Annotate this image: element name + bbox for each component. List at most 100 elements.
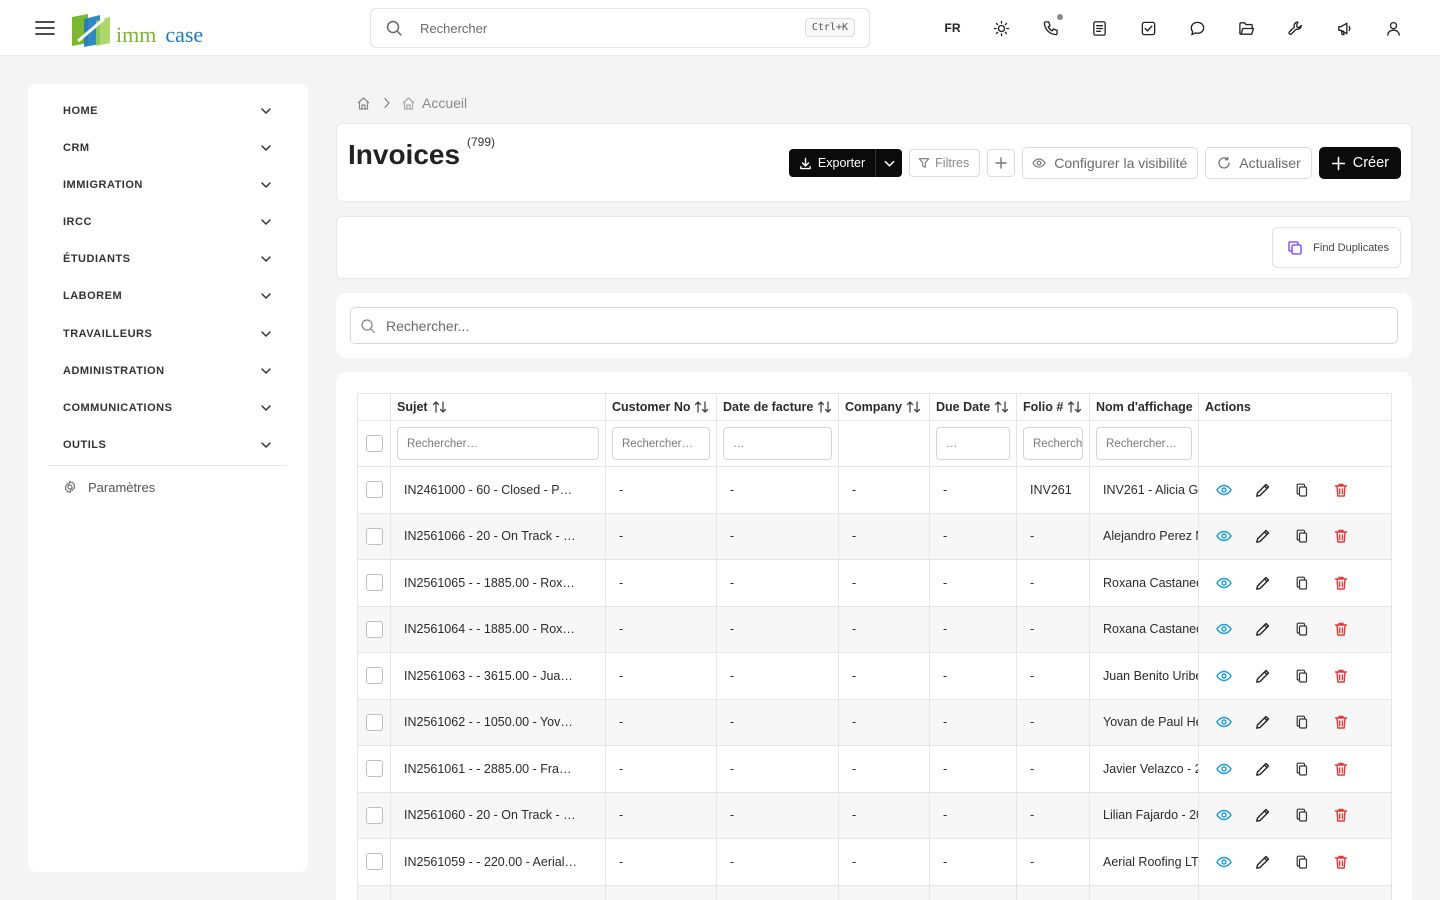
- duplicate-button[interactable]: [1282, 847, 1321, 877]
- table-row[interactable]: IN2561064 - - 1885.00 - Rox… - - - - - Roxana …: [357, 605, 1392, 653]
- configure-visibility-button[interactable]: Configurer la visibilité: [1022, 147, 1199, 179]
- view-button[interactable]: [1204, 661, 1243, 691]
- view-button[interactable]: [1204, 707, 1243, 737]
- filter-due-date[interactable]: [936, 427, 1010, 460]
- edit-button[interactable]: [1243, 568, 1282, 598]
- sort-icon[interactable]: [906, 400, 921, 414]
- row-checkbox[interactable]: [365, 620, 383, 638]
- edit-button[interactable]: [1243, 614, 1282, 644]
- language-button[interactable]: FR: [928, 8, 977, 48]
- table-search[interactable]: [350, 307, 1398, 344]
- row-checkbox[interactable]: [365, 853, 383, 871]
- column-header-nom-affichage[interactable]: Nom d'affichage: [1089, 393, 1199, 421]
- row-checkbox[interactable]: [365, 667, 383, 685]
- sidebar-item-crm[interactable]: CRM: [48, 129, 287, 166]
- edit-button[interactable]: [1243, 754, 1282, 784]
- global-search-input[interactable]: [420, 20, 780, 36]
- view-button[interactable]: [1204, 521, 1243, 551]
- sort-icon[interactable]: [432, 400, 447, 414]
- duplicate-button[interactable]: [1282, 800, 1321, 830]
- sidebar-item-home[interactable]: HOME: [48, 92, 287, 129]
- find-duplicates-button[interactable]: Find Duplicates: [1272, 227, 1401, 268]
- delete-button[interactable]: [1321, 475, 1360, 505]
- view-button[interactable]: [1204, 568, 1243, 598]
- export-dropdown-button[interactable]: [875, 149, 902, 177]
- delete-button[interactable]: [1321, 614, 1360, 644]
- theme-toggle-button[interactable]: [977, 8, 1026, 48]
- duplicate-button[interactable]: [1282, 661, 1321, 691]
- sort-icon[interactable]: [694, 400, 709, 414]
- edit-button[interactable]: [1243, 661, 1282, 691]
- edit-button[interactable]: [1243, 707, 1282, 737]
- delete-button[interactable]: [1321, 754, 1360, 784]
- view-button[interactable]: [1204, 847, 1243, 877]
- view-button[interactable]: [1204, 614, 1243, 644]
- sidebar-item-communications[interactable]: COMMUNICATIONS: [48, 389, 287, 426]
- column-header-folio[interactable]: Folio #: [1016, 393, 1090, 421]
- sidebar-item-ircc[interactable]: IRCC: [48, 203, 287, 240]
- menu-icon[interactable]: [34, 17, 56, 39]
- tools-button[interactable]: [1271, 8, 1320, 48]
- sort-icon[interactable]: [1067, 400, 1082, 414]
- announcements-button[interactable]: [1320, 8, 1369, 48]
- filter-nom-affichage[interactable]: [1096, 427, 1192, 460]
- delete-button[interactable]: [1321, 707, 1360, 737]
- duplicate-button[interactable]: [1282, 568, 1321, 598]
- table-row[interactable]: IN2561063 - - 3615.00 - Jua… - - - - - Juan Be…: [357, 652, 1392, 700]
- delete-button[interactable]: [1321, 661, 1360, 691]
- sort-icon[interactable]: [994, 400, 1009, 414]
- logo[interactable]: imm case: [70, 11, 203, 47]
- notes-button[interactable]: [1075, 8, 1124, 48]
- row-checkbox[interactable]: [365, 527, 383, 545]
- edit-button[interactable]: [1243, 800, 1282, 830]
- column-header-company[interactable]: Company: [838, 393, 930, 421]
- select-all-checkbox[interactable]: [365, 435, 383, 452]
- row-checkbox[interactable]: [365, 713, 383, 731]
- sidebar-item-administration[interactable]: ADMINISTRATION: [48, 352, 287, 389]
- delete-button[interactable]: [1321, 800, 1360, 830]
- duplicate-button[interactable]: [1282, 754, 1321, 784]
- table-row[interactable]: IN2561059 - - 220.00 - Aerial… - - - - - Aeria…: [357, 838, 1392, 886]
- edit-button[interactable]: [1243, 521, 1282, 551]
- duplicate-button[interactable]: [1282, 475, 1321, 505]
- row-checkbox[interactable]: [365, 760, 383, 778]
- table-row[interactable]: [357, 884, 1392, 900]
- duplicate-button[interactable]: [1282, 707, 1321, 737]
- view-button[interactable]: [1204, 754, 1243, 784]
- table-row[interactable]: IN2561065 - - 1885.00 - Rox… - - - - - Roxana …: [357, 559, 1392, 607]
- tasks-button[interactable]: [1124, 8, 1173, 48]
- sidebar-item-travailleurs[interactable]: TRAVAILLEURS: [48, 315, 287, 352]
- delete-button[interactable]: [1321, 568, 1360, 598]
- table-row[interactable]: IN2561061 - - 2885.00 - Fra… - - - - - Javier …: [357, 745, 1392, 793]
- edit-button[interactable]: [1243, 475, 1282, 505]
- edit-button[interactable]: [1243, 847, 1282, 877]
- refresh-button[interactable]: Actualiser: [1205, 147, 1312, 179]
- add-filter-button[interactable]: [987, 149, 1016, 177]
- filter-folio[interactable]: [1023, 427, 1083, 460]
- phone-button[interactable]: [1026, 8, 1075, 48]
- view-button[interactable]: [1204, 800, 1243, 830]
- view-button[interactable]: [1204, 475, 1243, 505]
- sort-icon[interactable]: [817, 400, 832, 414]
- sidebar-item-etudiants[interactable]: ÉTUDIANTS: [48, 240, 287, 277]
- filter-date-facture[interactable]: [723, 427, 832, 460]
- global-search[interactable]: Ctrl+K: [370, 8, 870, 48]
- delete-button[interactable]: [1321, 521, 1360, 551]
- export-button[interactable]: Exporter: [789, 149, 875, 177]
- column-header-due-date[interactable]: Due Date: [929, 393, 1017, 421]
- home-icon[interactable]: [356, 96, 371, 111]
- sidebar-item-outils[interactable]: OUTILS: [48, 426, 287, 463]
- table-row[interactable]: IN2461000 - 60 - Closed - P… - - - - INV261 IN…: [357, 466, 1392, 514]
- create-button[interactable]: Créer: [1318, 147, 1401, 179]
- filter-customer-no[interactable]: [612, 427, 710, 460]
- row-checkbox[interactable]: [365, 481, 383, 499]
- sidebar-item-settings[interactable]: Paramètres: [48, 476, 287, 498]
- column-header-customer-no[interactable]: Customer No: [605, 393, 717, 421]
- column-header-sujet[interactable]: Sujet: [390, 393, 606, 421]
- table-search-input[interactable]: [386, 317, 1366, 334]
- profile-button[interactable]: [1369, 8, 1418, 48]
- filter-sujet[interactable]: [397, 427, 599, 460]
- table-row[interactable]: IN2561066 - 20 - On Track - … - - - - - Alejan…: [357, 512, 1392, 560]
- table-row[interactable]: IN2561060 - 20 - On Track - … - - - - - Lilian…: [357, 791, 1392, 839]
- duplicate-button[interactable]: [1282, 521, 1321, 551]
